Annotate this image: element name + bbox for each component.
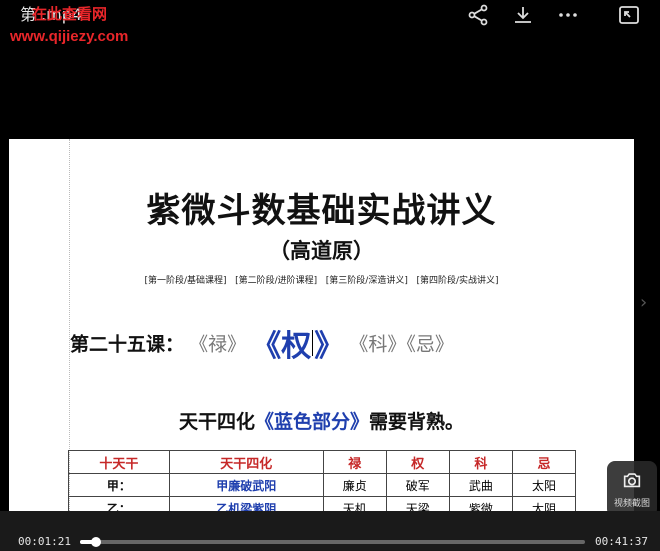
more-icon[interactable] bbox=[556, 3, 580, 27]
memo-suffix: 需要背熟。 bbox=[369, 411, 465, 433]
stage-item: [第二阶段/进阶课程] bbox=[235, 276, 318, 286]
table-cell: 甲： bbox=[68, 473, 170, 497]
stage-list: [第一阶段/基础课程] [第二阶段/进阶课程] [第三阶段/深造讲义] [第四阶… bbox=[9, 273, 634, 286]
table-header: 天干四化 bbox=[168, 450, 324, 474]
table-cell: 武曲 bbox=[448, 473, 513, 497]
document-title: 紫微斗数基础实战讲义 bbox=[146, 191, 497, 231]
document-author: （高道原） bbox=[269, 238, 374, 263]
table-header: 十天干 bbox=[68, 450, 170, 474]
table-header-row: 十天干 天干四化 禄 权 科 忌 bbox=[68, 450, 577, 474]
table-header: 禄 bbox=[322, 450, 387, 474]
table-cell: 太阴 bbox=[511, 496, 577, 511]
memo-blue: 《蓝色部分》 bbox=[254, 411, 369, 433]
table-cell: 天梁 bbox=[385, 496, 450, 511]
pip-icon[interactable] bbox=[617, 3, 641, 27]
current-time: 00:01:21 bbox=[18, 535, 71, 548]
watermark-url: www.qijiezy.com bbox=[10, 28, 129, 45]
lesson-heading: 第二十五课： 《禄》 《权》 《科》《忌》 bbox=[70, 321, 454, 365]
snapshot-button[interactable]: 视频截图 bbox=[607, 461, 657, 517]
chevron-right-icon[interactable]: › bbox=[640, 292, 647, 313]
table-header: 权 bbox=[385, 450, 450, 474]
table-cell: 太阳 bbox=[511, 473, 577, 497]
table-cell: 甲廉破武阳 bbox=[168, 473, 324, 497]
lesson-lu: 《禄》 bbox=[189, 333, 247, 356]
table-header: 忌 bbox=[511, 450, 577, 474]
stage-item: [第三阶段/深造讲义] bbox=[325, 276, 408, 286]
table-cell: 破军 bbox=[385, 473, 450, 497]
table-header: 科 bbox=[448, 450, 513, 474]
total-time: 00:41:37 bbox=[595, 535, 648, 548]
progress-bar[interactable] bbox=[80, 537, 585, 547]
snapshot-label: 视频截图 bbox=[613, 499, 650, 509]
player-controls: 00:01:21 00:41:37 bbox=[0, 511, 660, 551]
video-frame[interactable]: 紫微斗数基础实战讲义 （高道原） [第一阶段/基础课程] [第二阶段/进阶课程]… bbox=[9, 139, 634, 511]
lesson-quan-close: 》 bbox=[314, 329, 345, 364]
table-row: 甲： 甲廉破武阳 廉贞 破军 武曲 太阳 bbox=[68, 473, 577, 497]
top-bar: 第 .mp4 在此查看网 bbox=[0, 0, 660, 30]
table-cell: 天机 bbox=[322, 496, 387, 511]
stage-item: [第四阶段/实战讲义] bbox=[416, 276, 499, 286]
share-icon[interactable] bbox=[466, 3, 490, 27]
table-cell: 乙机梁紫阴 bbox=[168, 496, 324, 511]
lesson-ji: 《忌》 bbox=[406, 333, 454, 356]
table-cell: 紫微 bbox=[448, 496, 513, 511]
lesson-quan-open: 《 bbox=[251, 329, 282, 364]
download-icon[interactable] bbox=[511, 3, 535, 27]
stage-item: [第一阶段/基础课程] bbox=[144, 276, 227, 286]
memo-prefix: 天干四化 bbox=[178, 411, 255, 433]
memo-line: 天干四化《蓝色部分》需要背熟。 bbox=[9, 407, 634, 434]
sihua-table: 十天干 天干四化 禄 权 科 忌 甲： 甲廉破武阳 廉贞 破军 武曲 太阳 乙：… bbox=[68, 450, 577, 511]
camera-icon bbox=[623, 473, 641, 488]
table-cell: 乙： bbox=[68, 496, 170, 511]
lesson-ke: 《科》 bbox=[349, 333, 407, 356]
progress-handle[interactable] bbox=[91, 537, 102, 547]
lesson-label: 第二十五课： bbox=[70, 333, 185, 356]
watermark-text: 在此查看网 bbox=[32, 5, 108, 23]
table-row: 乙： 乙机梁紫阴 天机 天梁 紫微 太阴 bbox=[68, 496, 577, 511]
table-cell: 廉贞 bbox=[322, 473, 387, 497]
lesson-quan: 权 bbox=[281, 329, 312, 364]
